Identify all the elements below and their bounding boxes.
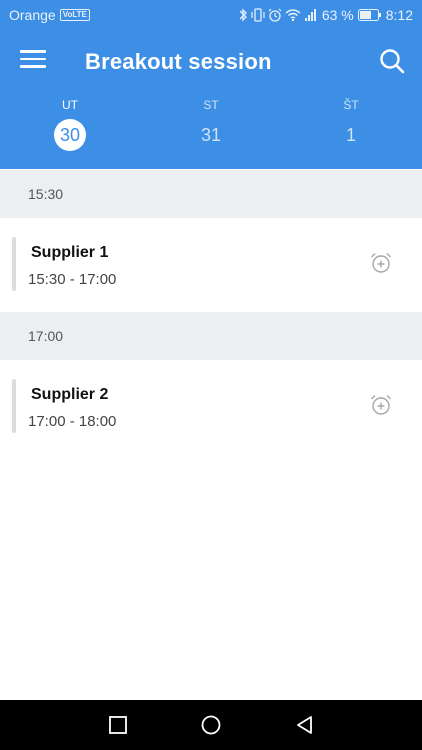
time-section-header: 15:30 [0, 170, 422, 218]
day-number: 30 [54, 119, 86, 151]
menu-button[interactable] [20, 50, 46, 72]
session-accent-bar [12, 237, 16, 291]
carrier-name: Orange [9, 7, 56, 23]
home-circle-icon[interactable] [199, 713, 223, 737]
back-triangle-icon[interactable] [293, 713, 317, 737]
bluetooth-icon [239, 8, 247, 22]
menu-icon [20, 50, 46, 53]
day-tab-st2[interactable]: ŠT 1 [311, 96, 391, 150]
day-selector: UT 30 ST 31 ŠT 1 [0, 96, 422, 166]
header-area: Orange VoLTE 63 % 8:12 Breakout session [0, 0, 422, 169]
day-tab-st[interactable]: ST 31 [171, 96, 251, 150]
day-name: UT [62, 98, 78, 112]
page-title: Breakout session [85, 49, 272, 74]
session-name: Supplier 1 [31, 244, 109, 261]
search-icon[interactable] [378, 47, 406, 75]
signal-icon [304, 9, 316, 21]
day-name: ST [203, 98, 219, 112]
battery-percent: 63 % [321, 7, 354, 23]
session-item[interactable]: Supplier 1 15:30 - 17:00 [0, 218, 422, 310]
wifi-icon [285, 9, 301, 22]
status-bar: Orange VoLTE 63 % 8:12 [0, 0, 422, 30]
day-number: 31 [200, 125, 222, 145]
day-name: ŠT [343, 98, 359, 112]
system-nav-bar [0, 700, 422, 750]
recents-square-icon[interactable] [106, 713, 130, 737]
session-item[interactable]: Supplier 2 17:00 - 18:00 [0, 360, 422, 452]
vibrate-icon [251, 8, 265, 22]
day-tab-ut[interactable]: UT 30 [30, 96, 110, 151]
app-bar: Breakout session [0, 30, 422, 94]
status-right: 63 % 8:12 [238, 7, 413, 23]
session-accent-bar [12, 379, 16, 433]
alarm-status-icon [268, 8, 282, 22]
alarm-add-icon[interactable] [369, 393, 393, 417]
day-number: 1 [345, 125, 356, 145]
carrier-info: Orange VoLTE [9, 7, 90, 23]
session-name: Supplier 2 [31, 386, 109, 403]
volte-badge: VoLTE [59, 9, 90, 21]
session-time: 15:30 - 17:00 [28, 271, 117, 288]
battery-icon [357, 9, 381, 21]
session-time: 17:00 - 18:00 [28, 413, 117, 430]
clock: 8:12 [385, 7, 413, 23]
status-icons [238, 8, 318, 22]
alarm-add-icon[interactable] [369, 251, 393, 275]
time-section-header: 17:00 [0, 312, 422, 360]
